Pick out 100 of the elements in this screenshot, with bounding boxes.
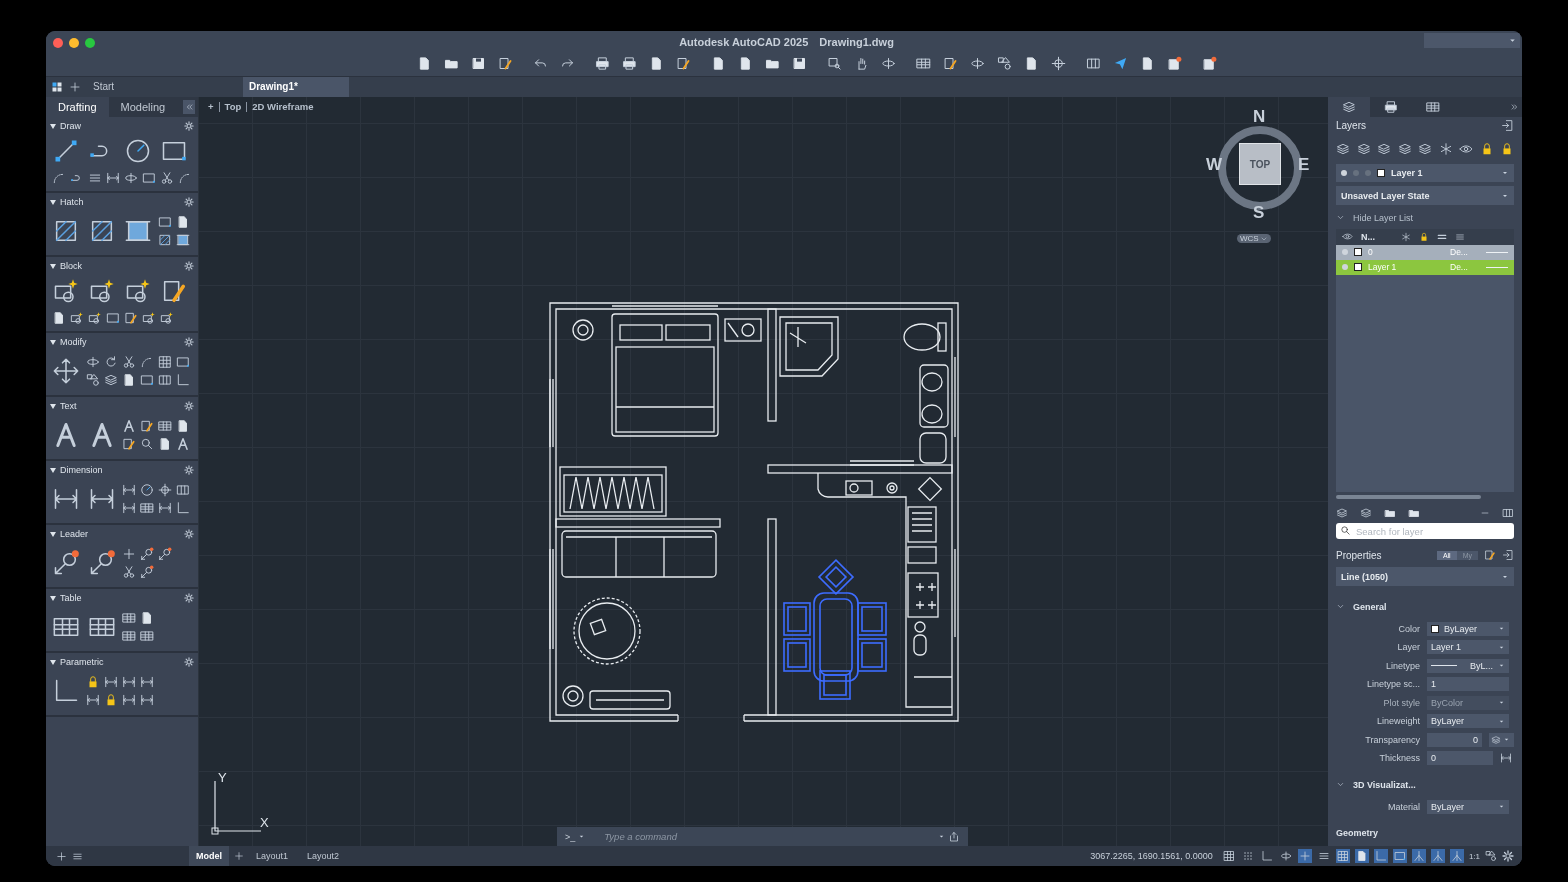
block-icon[interactable] bbox=[70, 311, 84, 325]
arc-icon[interactable] bbox=[52, 171, 66, 185]
property-field[interactable]: 0 bbox=[1427, 751, 1493, 766]
ucs-menu-button[interactable]: WCS bbox=[1237, 234, 1271, 243]
scissors-icon[interactable] bbox=[122, 355, 136, 369]
settings-icon[interactable] bbox=[184, 197, 194, 207]
dimension-icon[interactable] bbox=[122, 501, 136, 515]
document-icon[interactable] bbox=[140, 611, 154, 625]
layer-list-toggle[interactable]: Hide Layer List bbox=[1336, 208, 1514, 229]
lock-icon[interactable] bbox=[1419, 231, 1429, 242]
circle-icon[interactable] bbox=[140, 483, 154, 497]
property-dropdown[interactable]: ByL... bbox=[1427, 658, 1509, 673]
expand-triangle-icon[interactable] bbox=[50, 595, 56, 601]
table-icon[interactable] bbox=[122, 629, 136, 643]
rectangle-icon[interactable] bbox=[140, 373, 154, 387]
orbit-icon[interactable] bbox=[86, 355, 100, 369]
pencil-icon[interactable] bbox=[124, 311, 138, 325]
letter-icon[interactable] bbox=[122, 419, 136, 433]
expand-triangle-icon[interactable] bbox=[50, 199, 56, 205]
minimize-button[interactable] bbox=[69, 38, 79, 48]
orbit-icon[interactable] bbox=[124, 171, 138, 185]
rectangle-icon[interactable] bbox=[158, 215, 172, 229]
pencil-icon[interactable] bbox=[1484, 549, 1496, 562]
settings-icon[interactable] bbox=[184, 261, 194, 271]
dining-set-drawing[interactable] bbox=[783, 558, 887, 700]
layers-icon[interactable] bbox=[1336, 142, 1350, 156]
block-icon[interactable] bbox=[88, 311, 102, 325]
block-icon[interactable] bbox=[160, 311, 174, 325]
layout-tab[interactable]: Layout2 bbox=[300, 846, 347, 866]
tripod-icon[interactable] bbox=[1431, 850, 1444, 862]
settings-icon[interactable] bbox=[184, 121, 194, 131]
dimension-icon[interactable] bbox=[140, 693, 154, 707]
layer-search-field[interactable]: Search for layer bbox=[1336, 523, 1514, 540]
save-icon[interactable] bbox=[470, 56, 486, 71]
property-dropdown[interactable]: ByLayer bbox=[1427, 622, 1509, 636]
layers-icon[interactable] bbox=[1418, 142, 1432, 156]
document-icon[interactable] bbox=[122, 373, 136, 387]
pencil-icon[interactable] bbox=[942, 56, 958, 71]
dimension-icon[interactable] bbox=[122, 693, 136, 707]
file-tab[interactable]: Drawing1* bbox=[243, 77, 349, 97]
dimension-icon[interactable] bbox=[122, 675, 136, 689]
section-title[interactable]: 3D Visualizat... bbox=[1353, 779, 1416, 790]
expand-triangle-icon[interactable] bbox=[50, 467, 56, 473]
exit-icon[interactable] bbox=[1502, 549, 1514, 562]
compass-label[interactable]: W bbox=[1206, 155, 1223, 175]
columns-icon[interactable] bbox=[176, 483, 190, 497]
arc-icon[interactable] bbox=[178, 171, 192, 185]
viewcube-face[interactable]: TOP bbox=[1239, 143, 1281, 185]
annotation-scale[interactable]: 1:1 bbox=[1468, 851, 1480, 861]
columns-icon[interactable] bbox=[158, 373, 172, 387]
columns-icon[interactable] bbox=[1502, 507, 1514, 520]
compass-label[interactable]: N bbox=[1253, 107, 1266, 127]
snowflake-icon[interactable] bbox=[1438, 142, 1453, 156]
rectangle-icon[interactable] bbox=[142, 171, 156, 185]
property-dropdown[interactable]: ByLayer bbox=[1427, 714, 1509, 729]
settings-icon[interactable] bbox=[184, 593, 194, 603]
exit-icon[interactable] bbox=[1501, 119, 1514, 132]
hatch-icon[interactable] bbox=[158, 233, 172, 247]
layout-tab[interactable]: Layout1 bbox=[249, 846, 296, 866]
settings-icon[interactable] bbox=[1502, 850, 1514, 862]
plus-icon[interactable] bbox=[56, 850, 67, 862]
scissors-icon[interactable] bbox=[122, 565, 136, 579]
block-icon[interactable] bbox=[142, 311, 156, 325]
section-title[interactable]: Geometry bbox=[1336, 827, 1379, 838]
layers-icon[interactable] bbox=[1377, 142, 1391, 156]
letter-icon[interactable] bbox=[176, 437, 190, 451]
plus-icon[interactable] bbox=[122, 547, 136, 561]
leader-icon[interactable] bbox=[140, 547, 154, 561]
caret-icon[interactable] bbox=[938, 833, 945, 840]
transparency-field[interactable]: 0 bbox=[1427, 732, 1482, 747]
view-control[interactable]: Top bbox=[224, 101, 242, 112]
rectangle-icon[interactable] bbox=[1393, 850, 1406, 862]
settings-icon[interactable] bbox=[184, 401, 194, 411]
pencil-icon[interactable] bbox=[140, 419, 154, 433]
palette-tab[interactable]: Modeling bbox=[108, 97, 178, 117]
palette-tab[interactable]: Drafting bbox=[46, 97, 109, 117]
orbit-icon[interactable] bbox=[969, 56, 985, 71]
grid-icon[interactable] bbox=[158, 355, 172, 369]
grid-icon[interactable] bbox=[1222, 850, 1235, 862]
layers-icon[interactable] bbox=[1336, 507, 1348, 520]
orbit-icon[interactable] bbox=[1279, 850, 1292, 862]
expand-triangle-icon[interactable] bbox=[50, 531, 56, 537]
command-input[interactable]: Type a command bbox=[602, 830, 935, 843]
notice-icon[interactable] bbox=[1201, 56, 1217, 71]
layer-state-dropdown[interactable]: Unsaved Layer State bbox=[1336, 186, 1514, 205]
rectangle-icon[interactable] bbox=[176, 355, 190, 369]
pencil-icon[interactable] bbox=[122, 437, 136, 451]
share-icon[interactable] bbox=[948, 830, 960, 843]
command-prompt[interactable]: >_ bbox=[565, 831, 576, 842]
angle-icon[interactable] bbox=[1260, 850, 1273, 862]
scissors-icon[interactable] bbox=[160, 171, 174, 185]
dimension-icon[interactable] bbox=[158, 501, 172, 515]
eye-icon[interactable] bbox=[1459, 142, 1473, 156]
save-icon[interactable] bbox=[791, 56, 807, 71]
leader-icon[interactable] bbox=[52, 549, 80, 577]
settings-icon[interactable] bbox=[184, 529, 194, 539]
eye-icon[interactable] bbox=[1342, 231, 1353, 243]
table-icon[interactable] bbox=[158, 419, 172, 433]
angle-icon[interactable] bbox=[176, 373, 190, 387]
plus-icon[interactable] bbox=[69, 81, 81, 93]
